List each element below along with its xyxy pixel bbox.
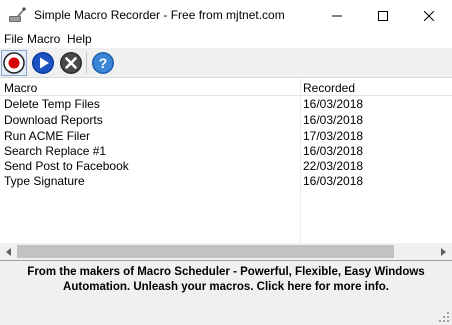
- column-header-macro[interactable]: Macro: [4, 81, 37, 95]
- list-header: Macro Recorded: [0, 79, 452, 96]
- menu-bar: File Macro Help: [0, 31, 452, 48]
- list-item[interactable]: Type Signature 16/03/2018: [0, 173, 452, 189]
- play-icon: [32, 52, 54, 74]
- macro-name: Search Replace #1: [4, 144, 107, 158]
- window-title: Simple Macro Recorder - Free from mjtnet…: [34, 8, 285, 22]
- macro-name: Send Post to Facebook: [4, 159, 129, 173]
- status-bar: [0, 298, 452, 325]
- promo-banner[interactable]: From the makers of Macro Scheduler - Pow…: [0, 260, 452, 298]
- macro-recorded: 17/03/2018: [303, 129, 364, 143]
- macro-recorded: 16/03/2018: [303, 144, 364, 158]
- macro-name: Download Reports: [4, 113, 103, 127]
- macro-recorded: 16/03/2018: [303, 174, 364, 188]
- minimize-button[interactable]: [314, 0, 360, 31]
- list-item[interactable]: Send Post to Facebook 22/03/2018: [0, 158, 452, 174]
- toolbar: ?: [0, 48, 452, 78]
- stop-button[interactable]: [58, 50, 84, 76]
- scroll-left-button[interactable]: [0, 243, 17, 260]
- scroll-right-button[interactable]: [435, 243, 452, 260]
- macro-name: Delete Temp Files: [4, 97, 100, 111]
- svg-text:?: ?: [99, 55, 108, 71]
- macro-recorded: 16/03/2018: [303, 113, 364, 127]
- list-item[interactable]: Delete Temp Files 16/03/2018: [0, 96, 452, 112]
- menu-file[interactable]: File: [4, 32, 23, 46]
- promo-banner-text[interactable]: From the makers of Macro Scheduler - Pow…: [16, 265, 436, 295]
- record-button[interactable]: [1, 50, 27, 76]
- title-bar[interactable]: Simple Macro Recorder - Free from mjtnet…: [0, 0, 452, 31]
- macro-list[interactable]: Macro Recorded Delete Temp Files 16/03/2…: [0, 79, 452, 243]
- list-item[interactable]: Download Reports 16/03/2018: [0, 112, 452, 128]
- chevron-left-icon: [5, 247, 11, 256]
- menu-help[interactable]: Help: [67, 32, 92, 46]
- close-button[interactable]: [406, 0, 452, 31]
- scrollbar-thumb[interactable]: [17, 245, 394, 258]
- horizontal-scrollbar[interactable]: [0, 243, 452, 260]
- resize-grip-icon[interactable]: [438, 311, 450, 323]
- macro-name: Type Signature: [4, 174, 85, 188]
- maximize-button[interactable]: [360, 0, 406, 31]
- record-icon: [3, 52, 25, 74]
- stop-icon: [60, 52, 82, 74]
- chevron-right-icon: [440, 247, 446, 256]
- list-item[interactable]: Run ACME Filer 17/03/2018: [0, 128, 452, 144]
- macro-recorded: 16/03/2018: [303, 97, 364, 111]
- toolbar-separator: [86, 52, 87, 74]
- column-header-recorded[interactable]: Recorded: [303, 81, 355, 95]
- help-icon: ?: [92, 52, 114, 74]
- play-button[interactable]: [30, 50, 56, 76]
- help-button[interactable]: ?: [90, 50, 116, 76]
- menu-macro[interactable]: Macro: [27, 32, 60, 46]
- macro-recorded: 22/03/2018: [303, 159, 364, 173]
- macro-name: Run ACME Filer: [4, 129, 91, 143]
- app-icon: [8, 7, 26, 23]
- list-item[interactable]: Search Replace #1 16/03/2018: [0, 143, 452, 159]
